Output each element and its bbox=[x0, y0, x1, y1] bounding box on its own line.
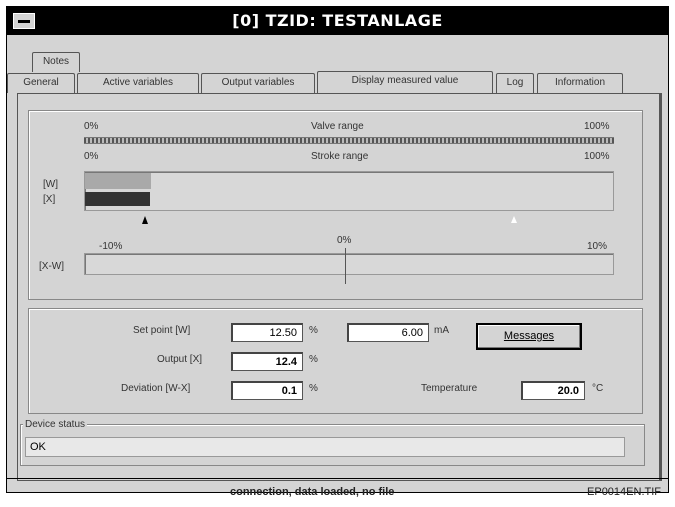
setpoint-label: Set point [W] bbox=[133, 325, 191, 336]
deviation-right-label: 10% bbox=[587, 241, 608, 252]
tab-notes[interactable]: Notes bbox=[32, 52, 80, 72]
end-marker bbox=[511, 216, 517, 223]
deviation-left-label: -10% bbox=[99, 241, 123, 252]
deviation-center-mark bbox=[345, 248, 346, 284]
output-unit: % bbox=[309, 354, 318, 365]
tab-output-variables[interactable]: Output variables bbox=[201, 73, 315, 93]
title-bar: [0] TZID: TESTANLAGE bbox=[7, 7, 668, 35]
value-bar-frame bbox=[84, 171, 614, 211]
ma-unit: mA bbox=[434, 325, 449, 336]
valve-range-right-label: 100% bbox=[584, 121, 610, 132]
tab-display-measured-value[interactable]: Display measured value bbox=[317, 71, 493, 93]
stroke-range-left-label: 0% bbox=[84, 151, 99, 162]
w-bar-label: [W] bbox=[43, 179, 58, 190]
measurement-group: 0% Valve range 100% 0% Stroke range 100%… bbox=[28, 110, 643, 300]
setpoint-marker bbox=[142, 216, 148, 224]
temperature-unit: °C bbox=[592, 383, 604, 394]
valve-range-title: Valve range bbox=[311, 121, 364, 132]
temperature-field[interactable]: 20.0 bbox=[521, 381, 585, 400]
messages-button[interactable]: Messages bbox=[476, 323, 582, 350]
deviation-bar-label: [X-W] bbox=[39, 261, 64, 272]
temperature-label: Temperature bbox=[421, 383, 478, 394]
status-bar-divider bbox=[6, 478, 669, 479]
output-field[interactable]: 12.4 bbox=[231, 352, 303, 371]
status-bar-text: connection, data loaded, no file bbox=[230, 486, 395, 498]
values-group: Set point [W] 12.50 % 6.00 mA Messages O… bbox=[28, 308, 643, 414]
ma-field[interactable]: 6.00 bbox=[347, 323, 429, 342]
stroke-range-title: Stroke range bbox=[311, 151, 369, 162]
deviation-unit: % bbox=[309, 383, 318, 394]
range-hatch-bar bbox=[84, 137, 614, 144]
tab-information[interactable]: Information bbox=[537, 73, 623, 93]
stroke-range-right-label: 100% bbox=[584, 151, 610, 162]
tab-log[interactable]: Log bbox=[496, 73, 534, 93]
setpoint-unit: % bbox=[309, 325, 318, 336]
tab-panel: 0% Valve range 100% 0% Stroke range 100%… bbox=[17, 93, 662, 481]
device-status-label: Device status bbox=[23, 419, 88, 430]
tab-active-variables[interactable]: Active variables bbox=[77, 73, 199, 93]
setpoint-bar bbox=[85, 173, 151, 189]
main-window: [0] TZID: TESTANLAGE Notes General Activ… bbox=[6, 6, 669, 493]
setpoint-field[interactable]: 12.50 bbox=[231, 323, 303, 342]
valve-range-left-label: 0% bbox=[84, 121, 99, 132]
device-status-group: Device status OK bbox=[20, 419, 645, 466]
deviation-center-label: 0% bbox=[337, 235, 352, 246]
deviation-label: Deviation [W-X] bbox=[121, 383, 191, 394]
device-status-field: OK bbox=[25, 437, 625, 457]
deviation-bar-frame bbox=[84, 253, 614, 275]
output-bar bbox=[85, 192, 151, 206]
window-title: [0] TZID: TESTANLAGE bbox=[232, 11, 443, 30]
output-label: Output [X] bbox=[157, 354, 203, 365]
tab-general[interactable]: General bbox=[7, 73, 75, 93]
x-bar-label: [X] bbox=[43, 194, 56, 205]
deviation-field[interactable]: 0.1 bbox=[231, 381, 303, 400]
figure-file-label: EP0014EN.TIF bbox=[587, 486, 661, 498]
